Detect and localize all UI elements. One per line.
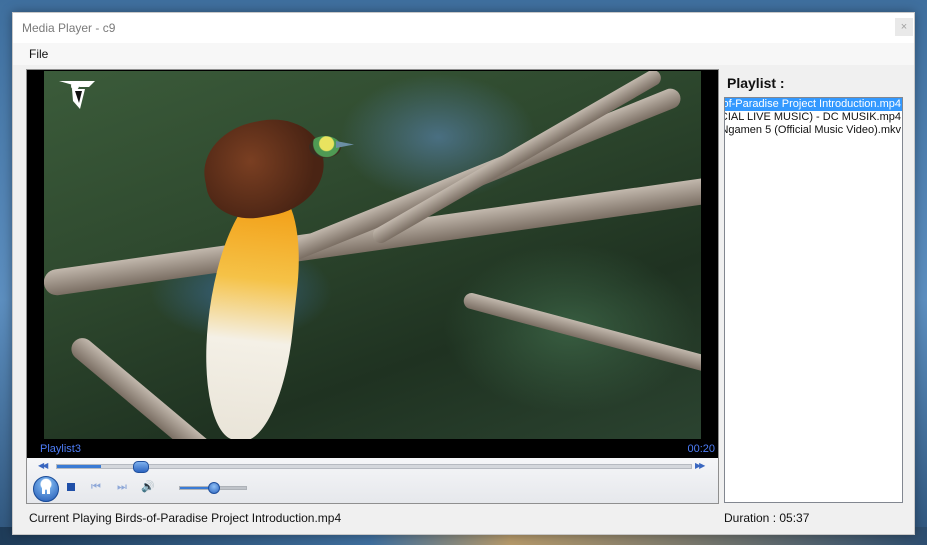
playlist-listbox[interactable]: Birds-of-Paradise Project Introduction.m… — [724, 97, 903, 503]
playlist-item-label: Birds-of-Paradise Project Introduction.m… — [725, 98, 901, 110]
volume-slider[interactable] — [179, 482, 247, 494]
media-player-window: Media Player - c9 × File Playlist3 00:20… — [12, 12, 915, 535]
bird-logo-icon — [59, 81, 95, 109]
video-branch — [66, 333, 219, 439]
playlist-heading: Playlist : — [727, 75, 785, 91]
seek-forward-icon[interactable]: ▶▶ — [695, 461, 705, 470]
control-bar: ◀◀ ▶▶ ⏮ ⏭ 🔊 — [27, 458, 718, 503]
media-player-control[interactable]: Playlist3 00:20 ◀◀ ▶▶ ⏮ ⏭ 🔊 — [26, 69, 719, 504]
previous-icon[interactable]: ⏮ — [89, 480, 103, 494]
video-display[interactable] — [44, 71, 701, 439]
seek-bar-thumb[interactable] — [133, 461, 150, 473]
seek-bar[interactable] — [56, 461, 692, 473]
volume-icon[interactable]: 🔊 — [141, 480, 155, 494]
bird-wing — [196, 111, 332, 226]
volume-slider-thumb[interactable] — [208, 482, 220, 494]
pause-button[interactable] — [33, 476, 59, 502]
playlist-item[interactable]: Ngamen 5 (Official Music Video).mkv — [725, 124, 902, 137]
playlist-item[interactable]: Birds-of-Paradise Project Introduction.m… — [725, 98, 902, 111]
playlist-item[interactable]: (OFFICIAL LIVE MUSIC) - DC MUSIK.mp4 — [725, 111, 902, 124]
duration-status: Duration : 05:37 — [724, 511, 810, 525]
bird-beak — [336, 141, 354, 148]
window-title: Media Player - c9 — [22, 21, 116, 35]
bird-tail — [196, 187, 307, 439]
current-playing-status: Current Playing Birds-of-Paradise Projec… — [29, 511, 342, 525]
close-button[interactable]: × — [895, 18, 913, 36]
stop-icon[interactable] — [64, 480, 78, 494]
playlist-item-label: (OFFICIAL LIVE MUSIC) - DC MUSIK.mp4 — [725, 111, 901, 123]
menu-file[interactable]: File — [23, 46, 54, 62]
current-playlist-name: Playlist3 — [40, 443, 81, 455]
seek-back-icon[interactable]: ◀◀ — [38, 461, 48, 470]
title-bar: Media Player - c9 × — [13, 13, 914, 43]
seek-bar-fill — [57, 465, 102, 468]
playlist-item-label: Ngamen 5 (Official Music Video).mkv — [725, 124, 901, 136]
video-branch — [461, 291, 701, 375]
info-bar: Playlist3 00:20 — [27, 440, 718, 458]
next-icon[interactable]: ⏭ — [115, 480, 129, 494]
menu-bar: File — [13, 43, 914, 65]
elapsed-time: 00:20 — [687, 443, 715, 455]
